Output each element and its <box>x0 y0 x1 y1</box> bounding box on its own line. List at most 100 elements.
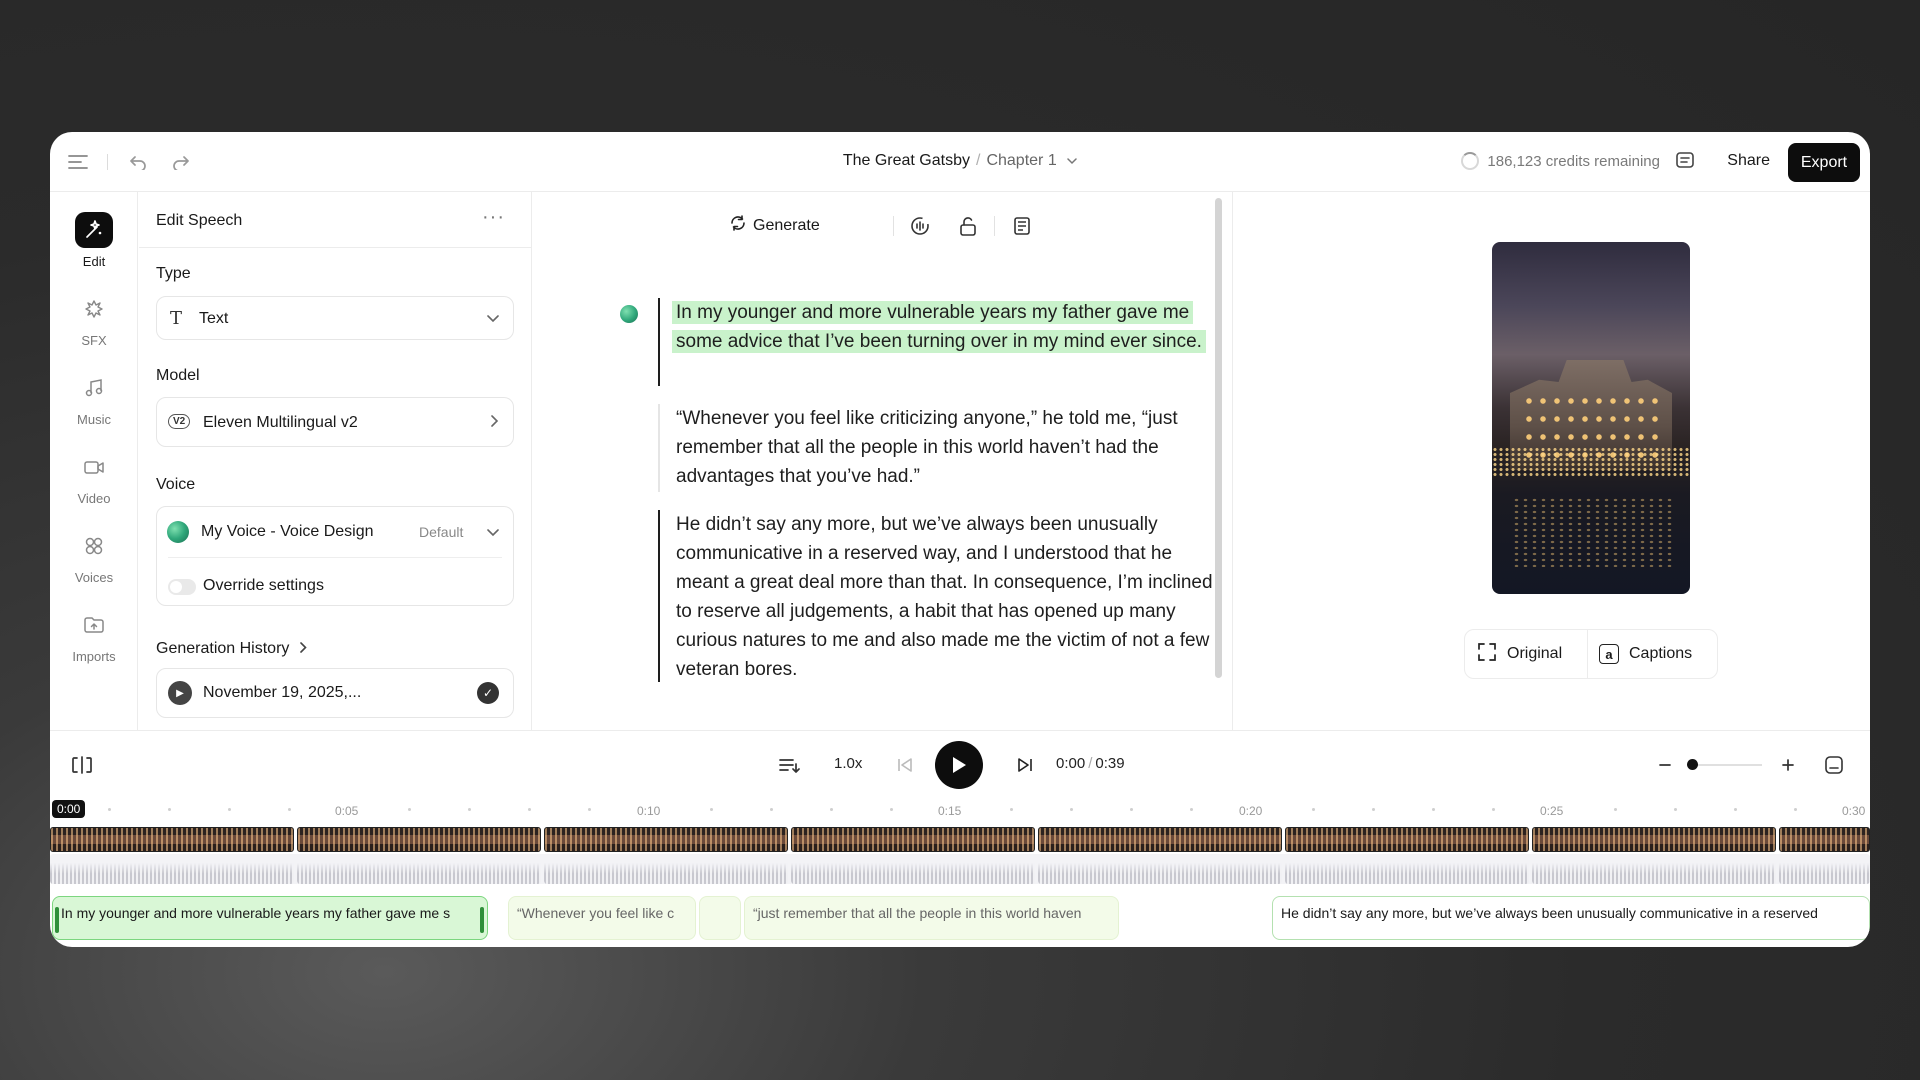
play-icon[interactable]: ▶ <box>168 681 192 705</box>
speech-clip-text: He didn’t say any more, but we’ve always… <box>1281 905 1818 921</box>
sidebar-item-imports[interactable]: Imports <box>50 607 138 664</box>
audio-waveform[interactable] <box>544 854 788 884</box>
voice-timer-icon[interactable] <box>908 214 932 238</box>
audio-waveform[interactable] <box>1532 854 1776 884</box>
video-clip[interactable] <box>1779 827 1870 852</box>
sidebar-item-label: Edit <box>82 254 106 269</box>
video-clip[interactable] <box>1285 827 1529 852</box>
skip-forward-icon[interactable] <box>1013 753 1037 777</box>
document-layout-icon[interactable] <box>1010 214 1034 238</box>
video-preview-panel: Original a Captions <box>1234 192 1870 730</box>
chevron-down-icon[interactable] <box>487 524 499 540</box>
voice-avatar <box>167 521 189 543</box>
timeline-ruler[interactable]: 0:00 0:05 0:10 0:15 0:20 0:25 0:30 <box>50 798 1870 822</box>
generate-button[interactable]: Generate <box>729 214 820 237</box>
speech-clip[interactable] <box>699 896 741 940</box>
edit-sparkle-icon <box>75 212 113 248</box>
voices-icon <box>75 528 113 564</box>
sidebar-item-label: Imports <box>72 649 116 664</box>
sidebar-item-voices[interactable]: Voices <box>50 528 138 585</box>
video-clip[interactable] <box>791 827 1035 852</box>
lock-icon[interactable] <box>956 214 980 238</box>
highlighted-text: In my younger and more vulnerable years … <box>672 301 1206 353</box>
paragraph-1[interactable]: In my younger and more vulnerable years … <box>672 298 1217 356</box>
speech-clip-text: “just remember that all the people in th… <box>753 905 1082 921</box>
clip-trim-handle-right[interactable] <box>480 907 484 933</box>
edit-speech-panel: Edit Speech ··· Type T Text Model V2 Ele… <box>139 192 532 730</box>
preview-mode-toggle: Original a Captions <box>1464 629 1718 679</box>
playback-speed[interactable]: 1.0x <box>834 755 862 772</box>
audio-waveform[interactable] <box>1038 854 1282 884</box>
comment-icon[interactable] <box>1675 151 1695 171</box>
play-button[interactable] <box>935 741 983 789</box>
sidebar-item-label: SFX <box>81 333 107 348</box>
sidebar-item-video[interactable]: Video <box>50 449 138 506</box>
history-item-date: November 19, 2025,... <box>203 684 362 701</box>
sidebar-item-sfx[interactable]: SFX <box>50 291 138 348</box>
sidebar-item-edit[interactable]: Edit <box>50 212 138 269</box>
video-camera-icon <box>75 449 113 485</box>
sidebar-item-music[interactable]: Music <box>50 370 138 427</box>
chapter-selector[interactable]: Chapter 1 <box>986 152 1056 169</box>
video-preview-image[interactable] <box>1492 242 1690 594</box>
editor-scrollbar[interactable] <box>1215 198 1222 678</box>
audio-waveform[interactable] <box>297 854 541 884</box>
voice-selector[interactable]: My Voice - Voice Design <box>201 523 374 541</box>
check-icon: ✓ <box>477 682 499 704</box>
speech-clip[interactable]: “Whenever you feel like c <box>508 896 696 940</box>
fit-timeline-icon[interactable] <box>1822 753 1846 777</box>
zoom-in-icon[interactable] <box>1776 753 1800 777</box>
fullscreen-icon <box>1477 642 1497 667</box>
video-clip[interactable] <box>544 827 788 852</box>
loading-icon <box>1461 152 1480 170</box>
project-title[interactable]: The Great Gatsby <box>843 152 970 169</box>
zoom-slider-handle[interactable] <box>1687 759 1698 770</box>
more-options-icon[interactable]: ··· <box>482 206 505 229</box>
paragraph-2[interactable]: “Whenever you feel like criticizing anyo… <box>676 404 1221 491</box>
export-button[interactable]: Export <box>1788 143 1860 182</box>
speaker-avatar[interactable] <box>620 305 638 323</box>
ruler-dot <box>1010 808 1013 811</box>
speech-clip[interactable]: He didn’t say any more, but we’ve always… <box>1272 896 1870 940</box>
speech-clip-active[interactable]: In my younger and more vulnerable years … <box>52 896 488 940</box>
zoom-slider-track[interactable] <box>1688 764 1762 766</box>
generate-label: Generate <box>753 216 820 234</box>
video-clip[interactable] <box>1532 827 1776 852</box>
time-display: 0:00/0:39 <box>1056 755 1125 772</box>
sidebar-item-label: Video <box>77 491 111 506</box>
paragraph-3[interactable]: He didn’t say any more, but we’ve always… <box>676 510 1221 684</box>
generation-history-link[interactable]: Generation History <box>156 640 307 658</box>
share-button[interactable]: Share <box>1727 152 1770 170</box>
split-panel-icon[interactable] <box>70 753 94 777</box>
divider <box>1587 630 1588 678</box>
audio-waveform[interactable] <box>50 854 294 884</box>
credits-text: 186,123 credits remaining <box>1487 152 1660 170</box>
chevron-down-icon[interactable] <box>1067 152 1077 170</box>
zoom-out-icon[interactable] <box>1653 753 1677 777</box>
app-window: The Great Gatsby / Chapter 1 186,123 credi… <box>50 132 1870 947</box>
captions-label: Captions <box>1629 645 1693 662</box>
audio-waveform[interactable] <box>1285 854 1529 884</box>
playhead-time[interactable]: 0:00 <box>52 800 86 818</box>
time-separator: / <box>1088 755 1093 772</box>
clip-trim-handle-left[interactable] <box>55 907 59 933</box>
video-clip[interactable] <box>1038 827 1282 852</box>
speech-clip[interactable]: “just remember that all the people in th… <box>744 896 1119 940</box>
audio-waveform[interactable] <box>791 854 1035 884</box>
ruler-dot <box>1070 808 1073 811</box>
audio-waveform[interactable] <box>1779 854 1870 884</box>
playlist-icon[interactable] <box>777 753 801 777</box>
override-label: Override settings <box>203 577 324 594</box>
water-reflection <box>1512 497 1672 567</box>
ruler-dot <box>770 808 773 811</box>
model-selector[interactable]: V2 Eleven Multilingual v2 <box>156 397 514 447</box>
skip-back-icon[interactable] <box>893 753 917 777</box>
model-label: Model <box>156 367 200 384</box>
type-select[interactable]: T Text <box>156 296 514 340</box>
override-toggle[interactable] <box>168 579 196 595</box>
original-button[interactable]: Original <box>1477 630 1562 678</box>
history-item[interactable]: ▶ November 19, 2025,... ✓ <box>156 668 514 718</box>
video-clip[interactable] <box>297 827 541 852</box>
captions-button[interactable]: a Captions <box>1599 630 1692 678</box>
video-clip[interactable] <box>50 827 294 852</box>
